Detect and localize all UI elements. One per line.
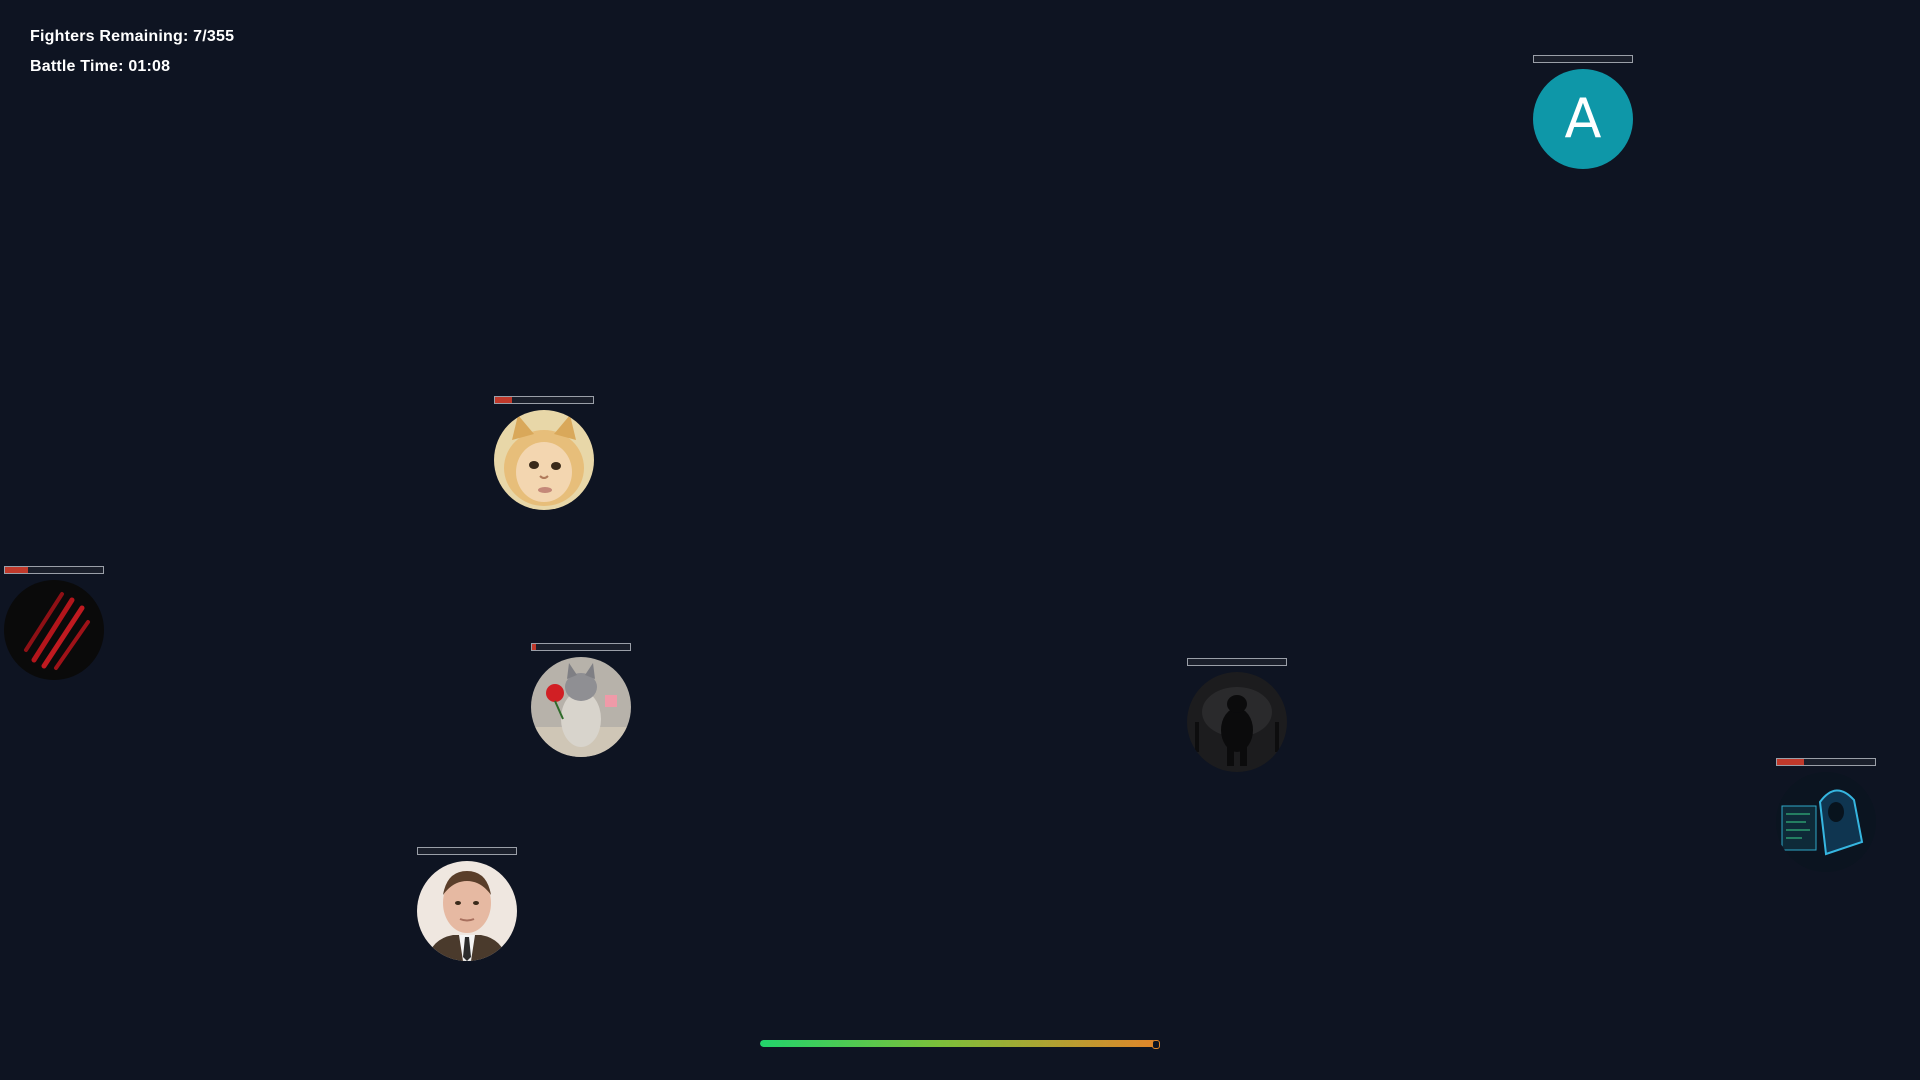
fighter-cat-kid[interactable] [494,396,594,510]
red-claw-marks-avatar [4,580,104,680]
fighters-remaining-value: 7/355 [193,28,235,45]
dark-werewolf-silhouette-avatar [1187,672,1287,772]
health-bar-damage [532,644,536,650]
hooded-hacker-avatar [1776,772,1876,872]
fighter-cat-rose[interactable] [531,643,631,757]
fighter-shadow-beast[interactable] [1187,658,1287,772]
health-bar-damage [1777,759,1805,765]
fighter-health-bar [531,643,631,651]
battle-progress-fill [760,1040,1156,1047]
cat-kid-face-avatar [494,410,594,510]
fighter-office-man[interactable] [417,847,517,961]
battle-arena: Fighters Remaining: 7/355 Battle Time: 0… [0,0,1920,1080]
fighter-health-bar [417,847,517,855]
letter-a-avatar: A [1533,69,1633,169]
fighter-health-bar [1187,658,1287,666]
fighter-claw[interactable] [4,566,104,680]
fighter-health-bar [4,566,104,574]
battle-time-label: Battle Time: [30,58,129,75]
fighter-health-bar [1533,55,1633,63]
fighters-remaining-label: Fighters Remaining: [30,28,194,45]
fighter-hacker[interactable] [1776,758,1876,872]
cat-with-rose-avatar [531,657,631,757]
balding-man-in-suit-avatar [417,861,517,961]
fighter-health-bar [1776,758,1876,766]
fighter-health-bar [494,396,594,404]
battle-time-value: 01:08 [128,58,171,75]
battle-progress-knob [1152,1040,1160,1049]
fighters-remaining-readout: Fighters Remaining: 7/355 [30,28,234,46]
health-bar-damage [495,397,512,403]
battle-progress-bar [760,1040,1160,1047]
battle-time-readout: Battle Time: 01:08 [30,58,170,76]
health-bar-damage [5,567,28,573]
fighter-letter-a[interactable]: A [1533,55,1633,169]
